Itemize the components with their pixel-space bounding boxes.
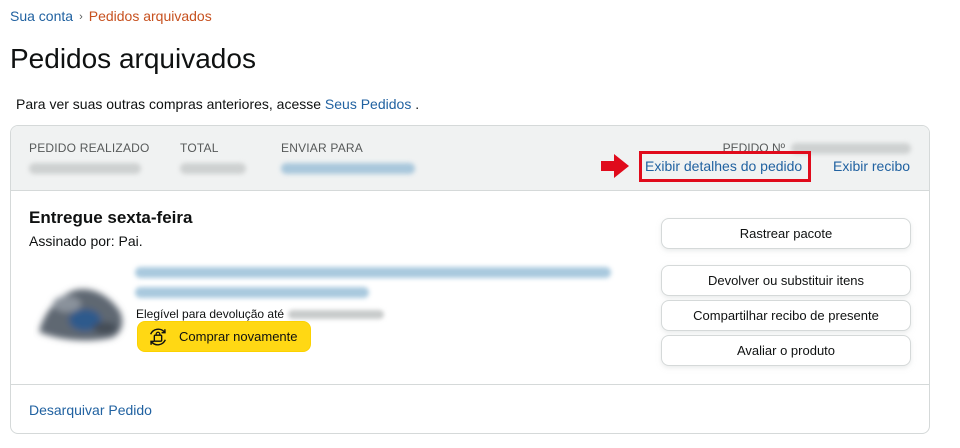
signed-by: Assinado por: Pai. [29,233,143,249]
chevron-right-icon: › [79,11,83,23]
track-package-button[interactable]: Rastrear pacote [661,218,911,249]
ship-to-column: ENVIAR PARA [281,141,415,179]
product-image[interactable] [33,276,133,348]
review-product-button[interactable]: Avaliar o produto [661,335,911,366]
rebuy-bag-icon [149,327,167,346]
return-eligibility: Elegível para devolução até [136,307,385,321]
order-placed-label: PEDIDO REALIZADO [29,141,150,155]
intro-text-start: Para ver suas outras compras anteriores,… [16,96,325,112]
breadcrumb-current: Pedidos arquivados [88,8,212,24]
product-title-redacted[interactable] [135,267,611,307]
ship-to-name-redacted[interactable] [281,163,415,174]
order-header: PEDIDO REALIZADO TOTAL ENVIAR PARA PEDID… [11,126,929,191]
return-or-replace-button[interactable]: Devolver ou substituir itens [661,265,911,296]
order-total-label: TOTAL [180,141,219,155]
buy-again-label: Comprar novamente [179,329,298,344]
order-total-column: TOTAL [180,141,246,179]
unarchive-order-link[interactable]: Desarquivar Pedido [29,402,152,419]
view-receipt-link[interactable]: Exibir recibo [833,158,910,175]
buy-again-button[interactable]: Comprar novamente [137,321,311,352]
return-date-redacted [288,309,385,319]
order-date-redacted [29,163,141,174]
order-placed-column: PEDIDO REALIZADO [29,141,150,179]
red-arrow-icon [601,154,629,178]
ship-to-label: ENVIAR PARA [281,141,363,155]
your-orders-link[interactable]: Seus Pedidos [325,96,411,112]
breadcrumb: Sua conta › Pedidos arquivados [10,8,212,26]
page-title: Pedidos arquivados [10,43,256,74]
order-card: PEDIDO REALIZADO TOTAL ENVIAR PARA PEDID… [10,125,930,434]
view-order-details-link[interactable]: Exibir detalhes do pedido [645,158,802,175]
breadcrumb-your-account-link[interactable]: Sua conta [10,8,73,24]
delivery-status: Entregue sexta-feira [29,208,193,227]
return-eligibility-text: Elegível para devolução até [136,307,285,321]
card-divider [11,384,929,385]
intro-text: Para ver suas outras compras anteriores,… [16,95,419,113]
product-title-line-2 [135,287,369,298]
share-gift-receipt-button[interactable]: Compartilhar recibo de presente [661,300,911,331]
order-total-redacted [180,163,246,174]
product-title-line-1 [135,267,611,278]
intro-text-end: . [411,96,420,112]
